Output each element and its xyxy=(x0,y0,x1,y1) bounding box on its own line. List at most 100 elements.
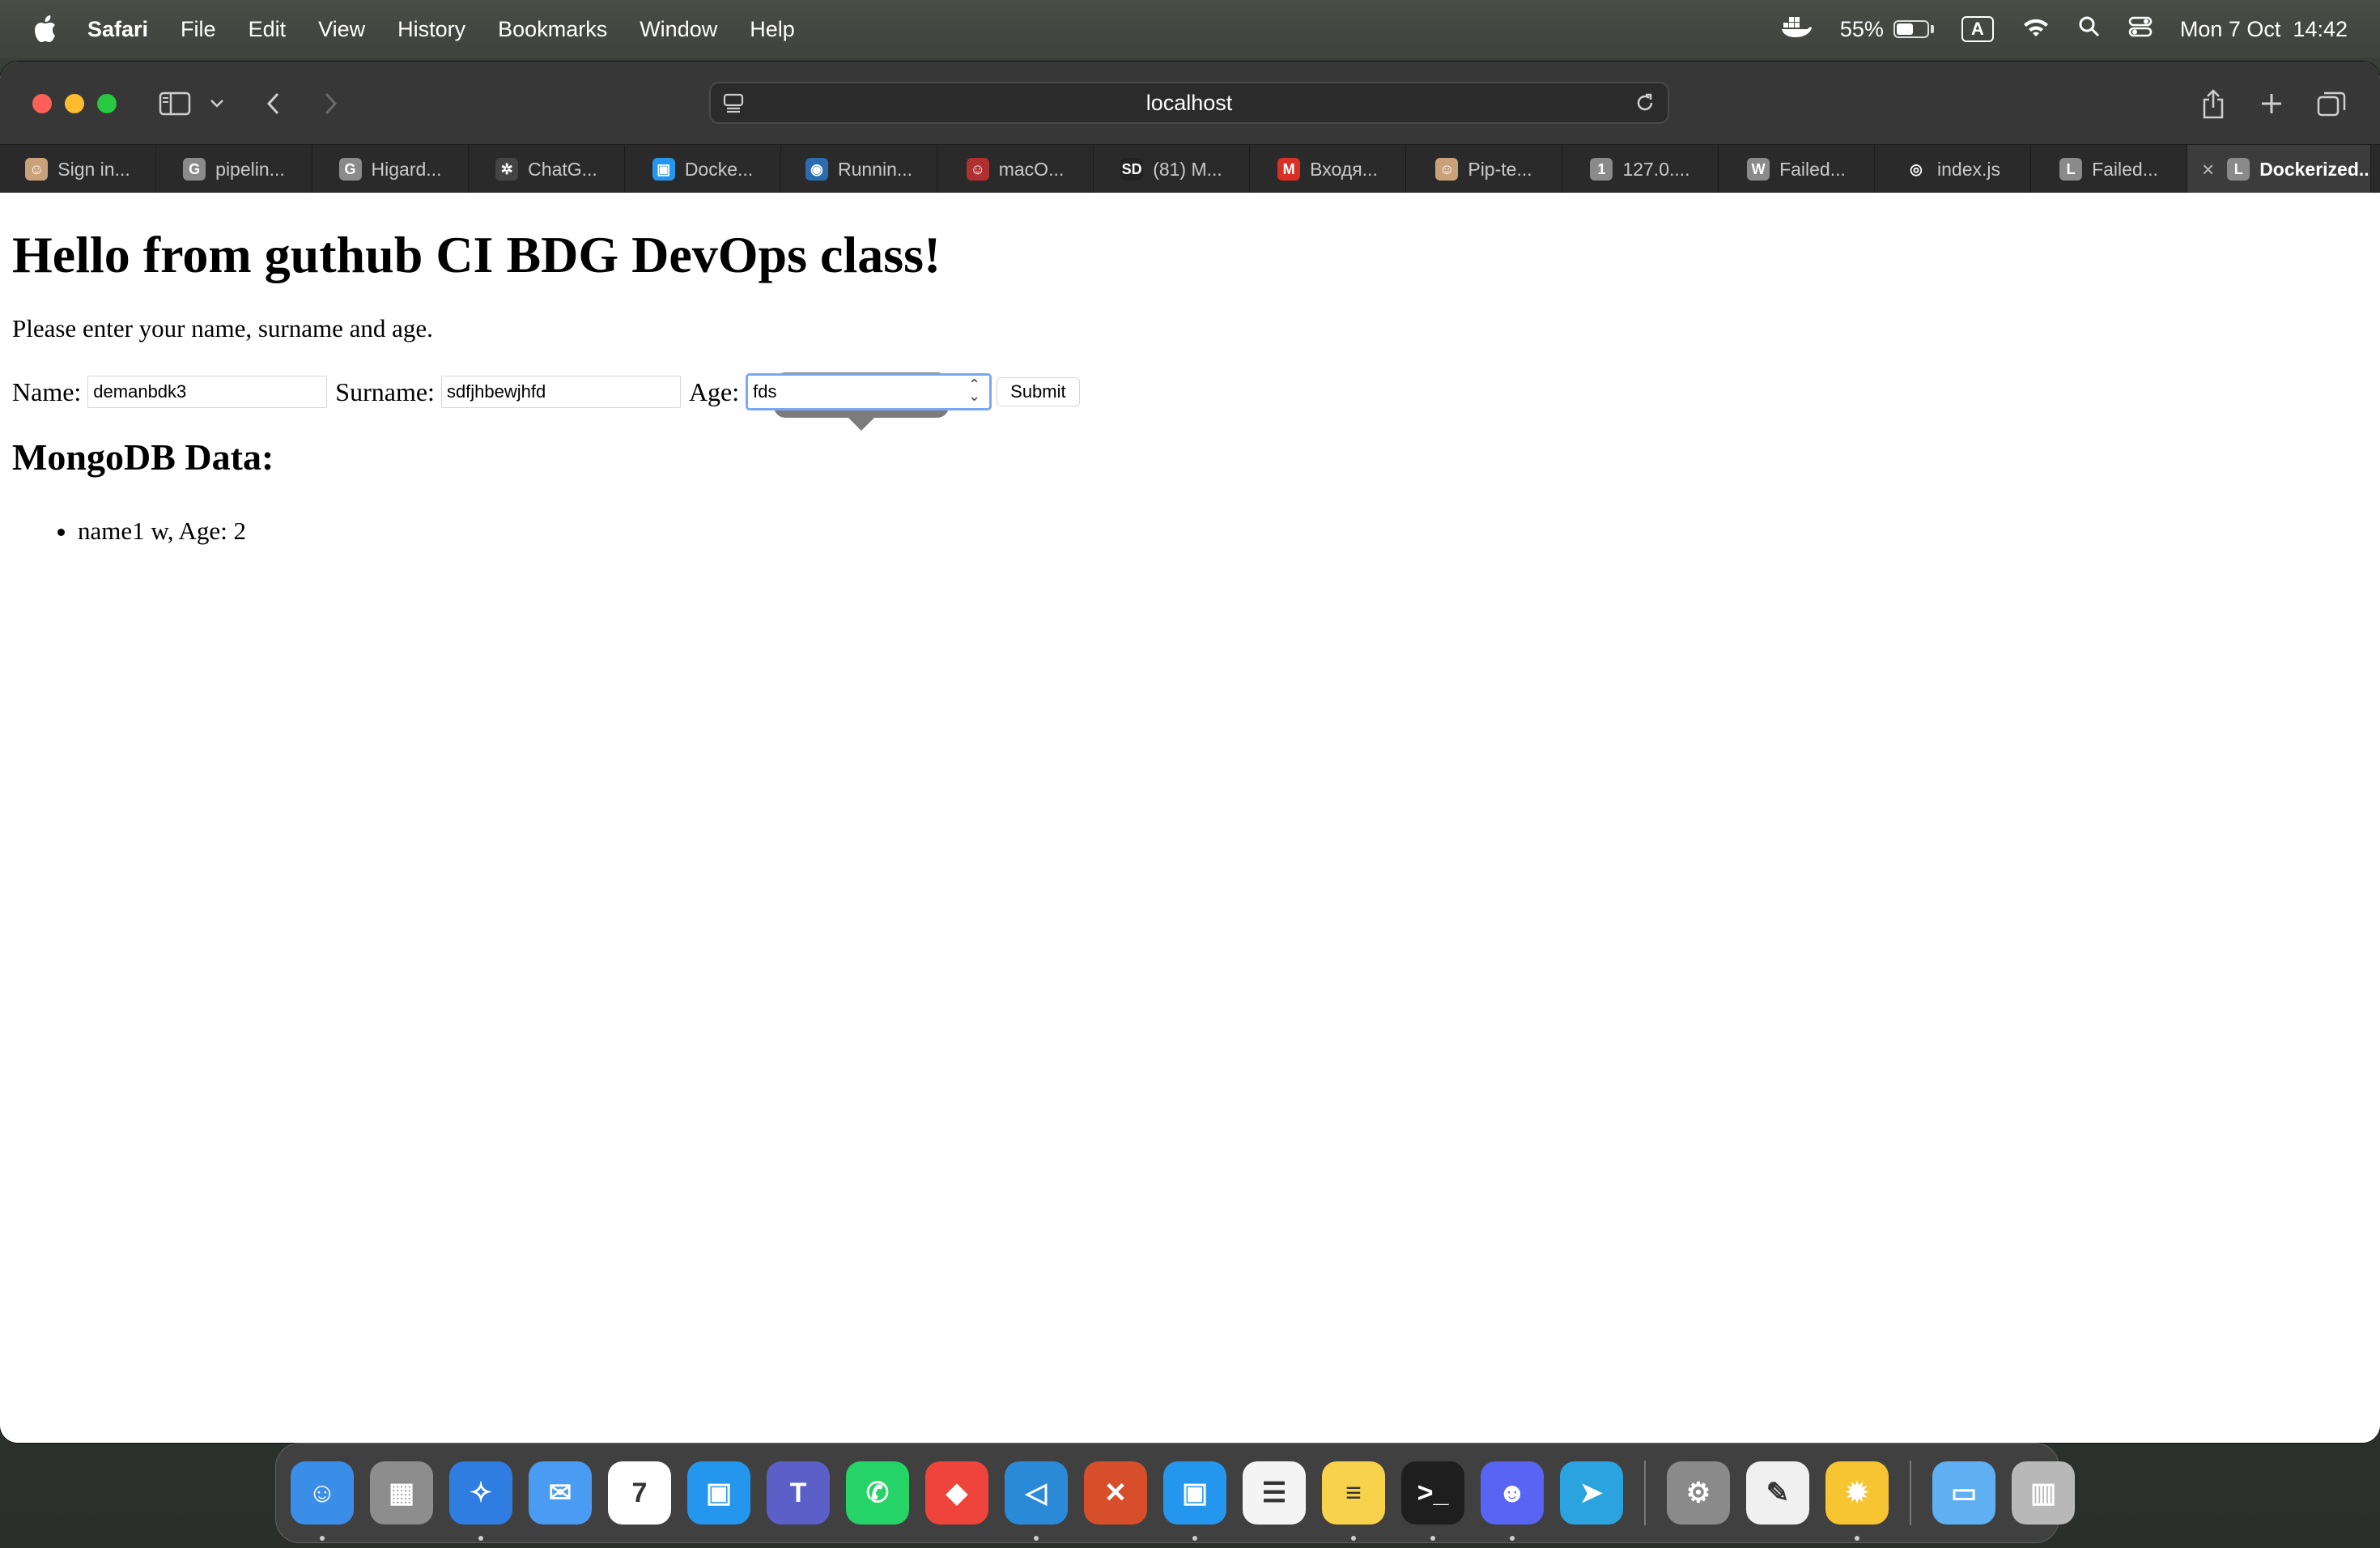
mongodb-heading: MongoDB Data: xyxy=(12,436,274,478)
discord-icon[interactable]: ☻ xyxy=(1481,1461,1544,1541)
name-label: Name: xyxy=(12,376,82,406)
intro-text: Please enter your name, surname and age. xyxy=(12,314,433,342)
menu-help[interactable]: Help xyxy=(750,17,795,42)
page-heading: Hello from guthub CI BDG DevOps class! xyxy=(12,226,941,283)
back-button[interactable] xyxy=(261,86,285,121)
person-form: Name: Surname: Age: ⌃⌄ Submit xyxy=(12,373,1080,410)
textedit-icon[interactable]: ✎ xyxy=(1746,1461,1809,1525)
wifi-icon[interactable] xyxy=(2021,15,2051,44)
input-source-icon[interactable]: A xyxy=(1961,16,1994,42)
launchpad-icon[interactable]: ▦ xyxy=(370,1461,433,1525)
tab-item[interactable]: Gpipelin... xyxy=(156,145,312,194)
age-input[interactable] xyxy=(746,373,992,410)
downloads-folder-icon[interactable]: ▭ xyxy=(1932,1461,1995,1525)
finder-icon[interactable]: ☺ xyxy=(291,1461,354,1541)
menu-file[interactable]: File xyxy=(181,17,216,42)
menu-clock[interactable]: Mon 7 Oct 14:42 xyxy=(2180,17,2348,42)
tab-item[interactable]: W Failed... xyxy=(1719,145,1875,194)
safari-window: localhost ☺ Sign in... Gpipelin... G Higard.… xyxy=(0,62,2380,1443)
battery-percent: 55% xyxy=(1839,16,1884,41)
tab-item[interactable]: G Higard... xyxy=(312,145,469,194)
close-window-button[interactable] xyxy=(32,94,52,113)
reload-icon[interactable] xyxy=(1634,91,1656,114)
sidebar-toggle-icon[interactable] xyxy=(157,86,193,121)
calendar-icon[interactable]: 7 xyxy=(608,1461,671,1525)
tab-active[interactable]: × L Dockerized... xyxy=(2187,145,2371,194)
dock-glyph: ◁ xyxy=(1025,1478,1048,1508)
tab-item[interactable]: 1 127.0.... xyxy=(1562,145,1719,194)
tips-icon[interactable]: ✹ xyxy=(1825,1461,1889,1541)
jenkins-icon: ☺ xyxy=(966,158,989,181)
dock-glyph: ⚙ xyxy=(1685,1478,1711,1508)
tab-item[interactable]: ☺ Pip-te... xyxy=(1406,145,1562,194)
dock-glyph: ▣ xyxy=(1181,1478,1209,1508)
menu-view[interactable]: View xyxy=(318,17,365,42)
mail-icon[interactable]: ✉ xyxy=(529,1461,592,1525)
tab-item[interactable]: ◉ Runnin... xyxy=(781,145,937,194)
battery-indicator[interactable]: 55% xyxy=(1840,17,1934,42)
dock-glyph: ☺ xyxy=(308,1477,337,1508)
name-input[interactable] xyxy=(87,376,328,408)
apple-menu-icon[interactable] xyxy=(32,15,58,43)
number-stepper-icon[interactable]: ⌃ ⌄ xyxy=(968,378,980,404)
tab-item[interactable]: ▣ Docke... xyxy=(625,145,781,194)
forward-button[interactable] xyxy=(319,86,343,121)
safari-toolbar: localhost xyxy=(0,62,2380,144)
url-text[interactable]: localhost xyxy=(711,83,1668,122)
vscode-icon[interactable]: ◁ xyxy=(1005,1461,1068,1541)
menu-window[interactable]: Window xyxy=(640,17,717,42)
tab-item[interactable]: ✲ ChatG... xyxy=(469,145,625,194)
running-indicator xyxy=(1430,1536,1435,1541)
address-bar[interactable]: localhost xyxy=(709,82,1669,124)
menu-bar: Safari File Edit View History Bookmarks … xyxy=(0,0,2380,58)
tab-label: pipelin... xyxy=(215,158,285,180)
l-letter-icon: L xyxy=(2227,158,2250,181)
system-settings-icon[interactable]: ⚙ xyxy=(1667,1461,1730,1525)
chevron-down-icon[interactable] xyxy=(207,86,227,121)
dock-glyph: >_ xyxy=(1417,1477,1449,1508)
tab-item[interactable]: ◎ index.js xyxy=(1875,145,2031,194)
tab-label: macO... xyxy=(998,158,1065,180)
safari-icon[interactable]: ✧ xyxy=(449,1461,512,1541)
notes-icon[interactable]: ≡ xyxy=(1322,1461,1385,1541)
reminders-icon[interactable]: ☰ xyxy=(1243,1461,1306,1525)
minimize-window-button[interactable] xyxy=(65,94,84,113)
trash-icon[interactable]: ▥ xyxy=(2012,1461,2075,1525)
remote-desktop-icon[interactable]: ✕ xyxy=(1084,1461,1147,1525)
zoom-window-button[interactable] xyxy=(97,94,117,113)
anydesk-icon[interactable]: ◆ xyxy=(925,1461,988,1525)
new-tab-icon[interactable] xyxy=(2255,86,2288,121)
control-center-icon[interactable] xyxy=(2128,15,2153,44)
menu-bookmarks[interactable]: Bookmarks xyxy=(498,17,607,42)
whatsapp-icon[interactable]: ✆ xyxy=(846,1461,909,1525)
running-indicator xyxy=(1351,1536,1356,1541)
spotlight-search-icon[interactable] xyxy=(2078,15,2101,44)
share-icon[interactable] xyxy=(2197,86,2229,121)
docker-icon[interactable]: ▣ xyxy=(1163,1461,1226,1541)
teams-icon[interactable]: T xyxy=(767,1461,830,1525)
docker-desktop-icon[interactable]: ▣ xyxy=(687,1461,750,1525)
close-tab-icon[interactable]: × xyxy=(2202,157,2214,182)
tab-item[interactable]: L Failed... xyxy=(2031,145,2187,194)
g-letter-icon: G xyxy=(183,158,206,181)
menu-app-name[interactable]: Safari xyxy=(87,17,148,42)
battery-icon xyxy=(1893,20,1929,38)
tab-label: Runnin... xyxy=(837,158,913,180)
dock-glyph: 7 xyxy=(631,1477,648,1508)
dock-glyph: ▦ xyxy=(388,1478,415,1508)
menu-history[interactable]: History xyxy=(397,17,465,42)
dock-glyph: ✎ xyxy=(1766,1478,1790,1508)
menu-edit[interactable]: Edit xyxy=(249,17,287,42)
telegram-icon[interactable]: ➤ xyxy=(1560,1461,1623,1525)
jenkins-icon: ☺ xyxy=(25,158,49,181)
docker-icon: ▣ xyxy=(652,158,675,181)
tab-item[interactable]: M Входя... xyxy=(1250,145,1406,194)
surname-input[interactable] xyxy=(440,376,681,408)
terminal-icon[interactable]: >_ xyxy=(1401,1461,1464,1541)
tab-overview-icon[interactable] xyxy=(2315,86,2348,121)
tab-item[interactable]: SD (81) M... xyxy=(1094,145,1250,194)
docker-status-icon[interactable] xyxy=(1780,15,1813,45)
tab-item[interactable]: ☺ macO... xyxy=(937,145,1094,194)
submit-button[interactable]: Submit xyxy=(997,377,1080,406)
tab-item[interactable]: ☺ Sign in... xyxy=(0,145,156,194)
